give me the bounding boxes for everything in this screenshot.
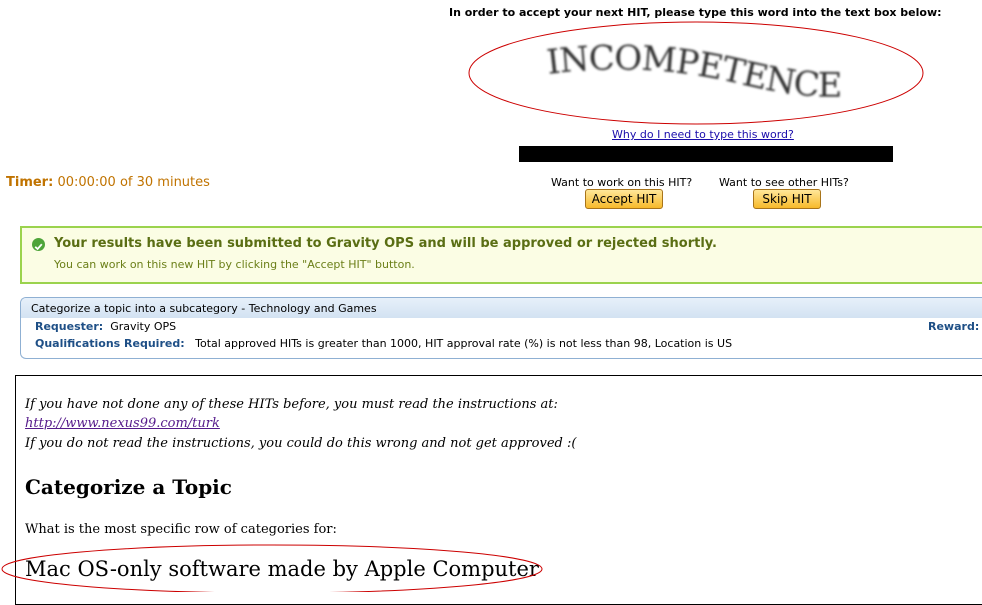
qualifications-row: Qualifications Required: Total approved … — [35, 337, 732, 350]
instructions-line-2: If you do not read the instructions, you… — [25, 436, 577, 451]
instructions-line-1: If you have not done any of these HITs b… — [25, 397, 558, 412]
accept-prompt: Want to work on this HIT? — [551, 176, 693, 189]
timer-value: 00:00:00 of 30 minutes — [57, 175, 210, 190]
topic-text: Mac OS-only software made by Apple Compu… — [25, 557, 539, 581]
requester-value: Gravity OPS — [110, 320, 177, 333]
requester-row: Requester: Gravity OPS — [35, 320, 176, 333]
skip-hit-button[interactable]: Skip HIT — [753, 189, 821, 209]
notice-subtitle: You can work on this new HIT by clicking… — [54, 258, 415, 271]
captcha-prompt: In order to accept your next HIT, please… — [449, 6, 942, 19]
instructions-link[interactable]: http://www.nexus99.com/turk — [25, 416, 220, 431]
qualifications-label: Qualifications Required: — [35, 337, 185, 350]
check-circle-icon — [32, 238, 45, 251]
hit-info-box: Categorize a topic into a subcategory - … — [20, 297, 982, 359]
timer: Timer: 00:00:00 of 30 minutes — [6, 175, 210, 190]
captcha-image: INCOMPETENCE — [545, 38, 843, 105]
page-heading: Categorize a Topic — [25, 475, 232, 499]
skip-prompt: Want to see other HITs? — [719, 176, 849, 189]
submission-notice: Your results have been submitted to Grav… — [20, 226, 982, 284]
hit-header: Categorize a topic into a subcategory - … — [21, 298, 982, 318]
reward-label: Reward: — [928, 320, 980, 333]
timer-label: Timer: — [6, 175, 54, 190]
question-text: What is the most specific row of categor… — [25, 522, 337, 537]
requester-label: Requester: — [35, 320, 104, 333]
captcha-word: INCOMPETENCE — [545, 38, 842, 105]
qualifications-value: Total approved HITs is greater than 1000… — [195, 337, 733, 350]
hit-content-frame: If you have not done any of these HITs b… — [15, 375, 982, 605]
hit-title: Categorize a topic into a subcategory - … — [31, 302, 377, 315]
notice-title: Your results have been submitted to Grav… — [54, 236, 717, 251]
accept-hit-button[interactable]: Accept HIT — [585, 189, 663, 209]
why-type-word-link[interactable]: Why do I need to type this word? — [612, 128, 794, 141]
captcha-input[interactable] — [519, 146, 893, 162]
